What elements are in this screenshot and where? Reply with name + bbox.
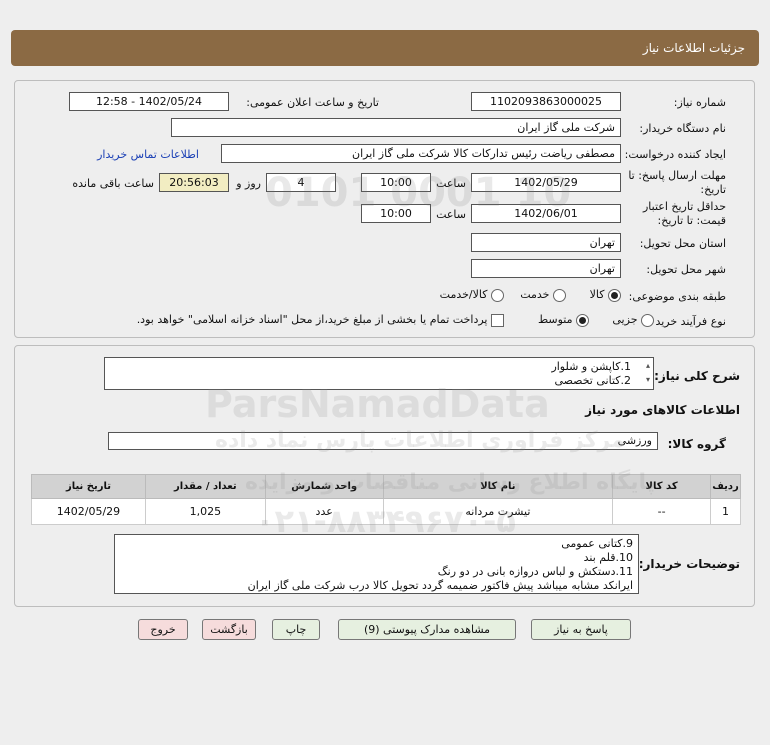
col-header-date: تاریخ نیاز: [31, 474, 146, 499]
validity-time-label: ساعت: [436, 208, 466, 221]
buyer-notes-label: توضیحات خریدار:: [638, 557, 740, 571]
days-remaining-field: 4: [266, 173, 336, 192]
buyer-note-line: 10.قلم بند: [583, 551, 633, 564]
attachments-button[interactable]: مشاهده مدارک پیوستی (9): [338, 619, 516, 640]
goods-table: ردیف کد کالا نام کالا واحد شمارش تعداد /…: [31, 474, 741, 525]
reply-button[interactable]: پاسخ به نیاز: [531, 619, 631, 640]
validity-label-date: قیمت: تا تاریخ:: [657, 214, 726, 227]
buyer-note-line: 9.کتانی عمومی: [561, 537, 633, 550]
remaining-time-field: 20:56:03: [159, 173, 229, 192]
announce-datetime-field: 1402/05/24 - 12:58: [69, 92, 229, 111]
category-option-service-label: خدمت: [520, 288, 550, 301]
process-option-medium[interactable]: متوسط: [538, 313, 589, 327]
summary-line: 1.کاپشن و شلوار: [551, 360, 631, 373]
buyer-note-line: 11.دستکش و لباس دروازه بانی در دو رنگ: [437, 565, 633, 578]
cell-row: 1: [710, 498, 741, 525]
category-option-goods[interactable]: کالا: [590, 288, 621, 302]
cell-qty: 1,025: [144, 498, 266, 525]
checkbox-icon[interactable]: [491, 313, 504, 327]
category-option-goods-label: کالا: [589, 288, 605, 301]
province-label: استان محل تحویل:: [639, 237, 726, 250]
request-info-panel: شماره نیاز: 1102093863000025 تاریخ و ساع…: [14, 80, 755, 338]
reply-date-field: 1402/05/29: [471, 173, 621, 192]
process-type-label: نوع فرآیند خرید :: [648, 315, 726, 328]
col-header-code: کد کالا: [612, 474, 712, 499]
buyer-org-field: شرکت ملی گاز ایران: [171, 118, 621, 137]
reply-time-field: 10:00: [361, 173, 431, 192]
col-header-name: نام کالا: [382, 474, 614, 499]
scroll-arrows-icon[interactable]: ▴ ▾: [646, 359, 650, 387]
city-field: تهران: [471, 259, 621, 278]
validity-time-field: 10:00: [361, 204, 431, 223]
remaining-time-label: ساعت باقی مانده: [72, 177, 154, 190]
validity-date-field: 1402/06/01: [471, 204, 621, 223]
reply-deadline-label-date: تاریخ:: [700, 183, 726, 196]
category-label: طبقه بندی موضوعی:: [628, 290, 726, 303]
treasury-payment-option[interactable]: پرداخت تمام یا بخشی از مبلغ خرید،از محل …: [137, 313, 504, 327]
province-field: تهران: [471, 233, 621, 252]
radio-icon[interactable]: [491, 288, 504, 302]
exit-button[interactable]: خروج: [138, 619, 188, 640]
days-label: روز و: [236, 177, 261, 190]
city-label: شهر محل تحویل:: [646, 263, 726, 276]
summary-line: 2.کتانی تخصصی: [554, 374, 631, 387]
buyer-notes-textarea[interactable]: 9.کتانی عمومی 10.قلم بند 11.دستکش و لباس…: [114, 534, 639, 594]
goods-info-title: اطلاعات کالاهای مورد نیاز: [585, 403, 740, 417]
treasury-payment-note: پرداخت تمام یا بخشی از مبلغ خرید،از محل …: [136, 313, 488, 326]
goods-group-field: ورزشی: [108, 432, 658, 450]
cell-unit: عدد: [264, 498, 384, 525]
need-number-field: 1102093863000025: [471, 92, 621, 111]
radio-selected-icon[interactable]: [576, 313, 589, 327]
category-option-goods-service-label: کالا/خدمت: [439, 288, 488, 301]
buyer-note-line: ایرانکد مشابه میباشد پیش فاکتور ضمیمه گر…: [247, 579, 633, 592]
radio-icon[interactable]: [553, 288, 566, 302]
category-option-goods-service[interactable]: کالا/خدمت: [440, 288, 504, 302]
page-title-bar: جزئیات اطلاعات نیاز: [11, 30, 759, 66]
radio-selected-icon[interactable]: [608, 288, 621, 302]
process-option-minor-label: جزیی: [612, 313, 638, 326]
process-option-minor[interactable]: جزیی: [612, 313, 654, 327]
summary-textarea[interactable]: 1.کاپشن و شلوار 2.کتانی تخصصی ▴ ▾: [104, 357, 654, 390]
need-number-label: شماره نیاز:: [673, 96, 726, 109]
buyer-org-label: نام دستگاه خریدار:: [639, 122, 726, 135]
table-header-row: ردیف کد کالا نام کالا واحد شمارش تعداد /…: [31, 474, 741, 499]
creator-field: مصطفی ریاضت رئیس تدارکات کالا شرکت ملی گ…: [221, 144, 621, 163]
reply-time-label: ساعت: [436, 177, 466, 190]
process-option-medium-label: متوسط: [537, 313, 573, 326]
col-header-qty: تعداد / مقدار: [144, 474, 266, 499]
print-button[interactable]: چاپ: [272, 619, 320, 640]
table-row: 1 -- تیشرت مردانه عدد 1,025 1402/05/29: [31, 498, 741, 525]
need-details-panel: شرح کلی نیاز: 1.کاپشن و شلوار 2.کتانی تخ…: [14, 345, 755, 607]
summary-label: شرح کلی نیاز:: [654, 369, 740, 383]
cell-name: تیشرت مردانه: [382, 498, 614, 525]
col-header-unit: واحد شمارش: [264, 474, 384, 499]
validity-label: حداقل تاریخ اعتبار: [642, 200, 726, 213]
creator-label: ایجاد کننده درخواست:: [624, 148, 726, 161]
category-option-service[interactable]: خدمت: [520, 288, 566, 302]
cell-code: --: [612, 498, 712, 525]
col-header-row: ردیف: [710, 474, 741, 499]
announce-datetime-label: تاریخ و ساعت اعلان عمومی:: [246, 96, 379, 109]
goods-group-label: گروه کالا:: [667, 437, 726, 451]
page-title: جزئیات اطلاعات نیاز: [642, 41, 745, 55]
radio-icon[interactable]: [641, 313, 654, 327]
reply-deadline-label: مهلت ارسال پاسخ: تا: [628, 169, 726, 182]
buyer-contact-link[interactable]: اطلاعات تماس خریدار: [97, 148, 199, 161]
back-button[interactable]: بازگشت: [202, 619, 256, 640]
cell-date: 1402/05/29: [31, 498, 146, 525]
